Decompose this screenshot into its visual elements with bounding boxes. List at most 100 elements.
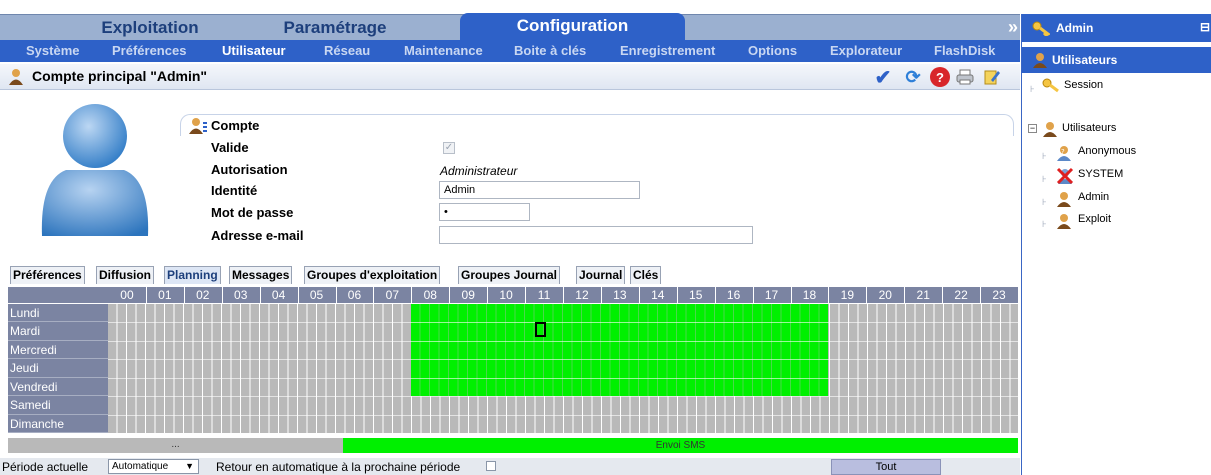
tree-item-session[interactable]: Session [1064,79,1103,91]
hour-header: 00 01 02 03 04 05 06 07 08 09 10 11 12 13 14 15 16 17 18 19… [108,287,1018,303]
system-user-icon [1056,167,1074,188]
tab-preferences[interactable]: Préférences [10,266,85,284]
tab-messages[interactable]: Messages [229,266,293,284]
tab-groupes-exploitation[interactable]: Groupes d'exploitation [304,266,441,284]
tab-exploitation[interactable]: Exploitation [40,15,260,41]
menu-utilisateur[interactable]: Utilisateur [222,43,286,58]
hour-label: 08 [423,288,437,302]
check-icon[interactable]: ✔ [873,67,893,89]
mot-de-passe-label: Mot de passe [211,205,294,220]
valide-checkbox[interactable]: ✓ [443,142,455,154]
hour-separator [904,287,906,303]
admin-user-icon [1056,191,1072,210]
users-group-icon [1042,121,1058,140]
hour-label: 21 [916,288,930,302]
tree-connector: ⊦ [1030,84,1035,94]
day-label: Vendredi [8,377,108,397]
sidebar-header-utilisateurs-label: Utilisateurs [1052,53,1118,67]
hour-label: 07 [385,288,400,302]
email-field[interactable] [439,226,753,244]
hour-separator [790,287,792,303]
day-label: Jeudi [8,359,108,378]
hour-label: 05 [309,288,324,302]
double-chevron-right-icon[interactable]: » [1008,17,1018,38]
tab-parametrage[interactable]: Paramétrage [235,15,435,41]
menu-boite-a-cles[interactable]: Boite à clés [514,43,586,58]
active-period-block[interactable] [411,304,829,397]
tab-configuration[interactable]: Configuration [460,13,685,41]
row-divider [108,396,1018,398]
hour-label: 19 [840,288,855,302]
tab-diffusion[interactable]: Diffusion [96,266,154,284]
print-icon[interactable] [955,67,975,87]
compte-section-header: Compte [180,114,1014,136]
tree-item-system[interactable]: SYSTEM [1078,168,1123,180]
password-field[interactable]: • [439,203,530,221]
selected-cell[interactable] [534,322,546,338]
day-label: Samedi [8,396,108,415]
hour-label: 06 [347,288,362,302]
tree-item-admin[interactable]: Admin [1078,191,1109,203]
hour-label: 00 [120,288,134,302]
tout-button[interactable]: Tout [831,459,941,475]
tree-item-anonymous[interactable]: Anonymous [1078,145,1136,157]
hour-separator [752,287,754,303]
hour-separator [259,287,261,303]
menu-systeme[interactable]: Système [26,43,79,58]
hour-label: 04 [271,288,286,302]
refresh-icon[interactable]: ⟳ [903,67,923,87]
periode-label: Période actuelle [2,460,89,474]
hour-label: 16 [726,288,741,302]
hour-separator [183,287,185,303]
menu-explorateur[interactable]: Explorateur [830,43,902,58]
sms-band[interactable]: Envoi SMS [343,438,1018,453]
edit-icon[interactable] [982,67,1002,87]
user-group-icon [189,117,209,138]
collapse-icon[interactable]: − [1028,124,1037,133]
bottom-bar: Période actuelle Automatique ▼ Retour en… [0,458,1020,475]
valide-label: Valide [211,140,249,155]
row-divider [108,322,1018,324]
tab-planning[interactable]: Planning [164,266,221,284]
pin-icon[interactable]: ⊟ [1200,20,1210,34]
menu-reseau[interactable]: Réseau [324,43,370,58]
tree-item-exploit[interactable]: Exploit [1078,213,1111,225]
sidebar-header-utilisateurs[interactable]: Utilisateurs [1022,47,1211,73]
hour-separator [600,287,602,303]
menu-preferences[interactable]: Préférences [112,43,186,58]
chevron-down-icon: ▼ [185,461,194,471]
hour-label: 15 [689,288,703,302]
sidebar-header-admin[interactable]: Admin ⊟ [1022,14,1211,42]
hour-label: 12 [575,288,589,302]
tree-item-utilisateurs[interactable]: Utilisateurs [1062,122,1116,134]
hour-label: 13 [613,288,627,302]
menu-flashdisk[interactable]: FlashDisk [934,43,995,58]
periode-select[interactable]: Automatique ▼ [108,459,199,474]
title-bar: Compte principal "Admin" ✔ ⟳ ? [0,64,1020,90]
tab-journal[interactable]: Journal [576,266,626,284]
menu-maintenance[interactable]: Maintenance [404,43,483,58]
hour-separator [297,287,299,303]
menu-enregistrement[interactable]: Enregistrement [620,43,715,58]
email-label: Adresse e-mail [211,228,304,243]
hour-label: 18 [802,288,817,302]
tab-cles[interactable]: Clés [630,266,662,284]
hour-label: 01 [158,288,172,302]
periode-select-value: Automatique [112,461,169,472]
hour-separator [714,287,716,303]
help-icon[interactable]: ? [930,67,950,87]
sms-row: ... Envoi SMS [8,438,1018,453]
tab-groupes-journal[interactable]: Groupes Journal [458,266,561,284]
hour-label: 23 [992,288,1006,302]
svg-text:?: ? [1061,148,1065,156]
menu-options[interactable]: Options [748,43,797,58]
identite-field[interactable]: Admin [439,181,640,199]
row-divider [108,377,1018,379]
sub-menu-bar: Système Préférences Utilisateur Réseau M… [0,40,1020,62]
retour-checkbox[interactable] [486,461,496,471]
hour-separator [525,287,527,303]
sidebar-header-admin-label: Admin [1056,21,1094,35]
tree-connector: ⊦ [1042,151,1047,161]
hour-label: 03 [234,288,248,302]
planning-cells[interactable] [108,304,1018,433]
